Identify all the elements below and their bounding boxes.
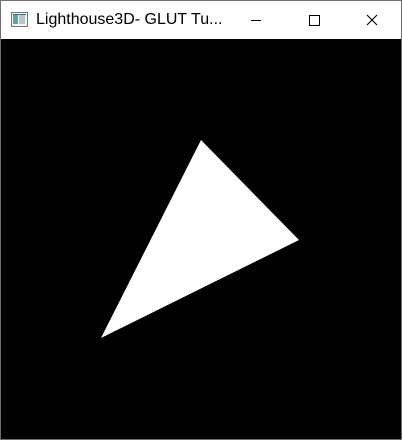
minimize-button[interactable] [227, 1, 285, 39]
maximize-icon [309, 15, 320, 26]
maximize-button[interactable] [285, 1, 343, 39]
title-bar[interactable]: Lighthouse3D- GLUT Tu... [1, 1, 401, 39]
minimize-icon [251, 20, 261, 21]
app-window: Lighthouse3D- GLUT Tu... [0, 0, 402, 440]
window-title: Lighthouse3D- GLUT Tu... [36, 11, 223, 28]
app-icon [11, 12, 28, 27]
opengl-canvas[interactable] [1, 39, 401, 439]
close-button[interactable] [343, 1, 401, 39]
scene-svg [1, 39, 401, 439]
close-icon [366, 14, 378, 26]
